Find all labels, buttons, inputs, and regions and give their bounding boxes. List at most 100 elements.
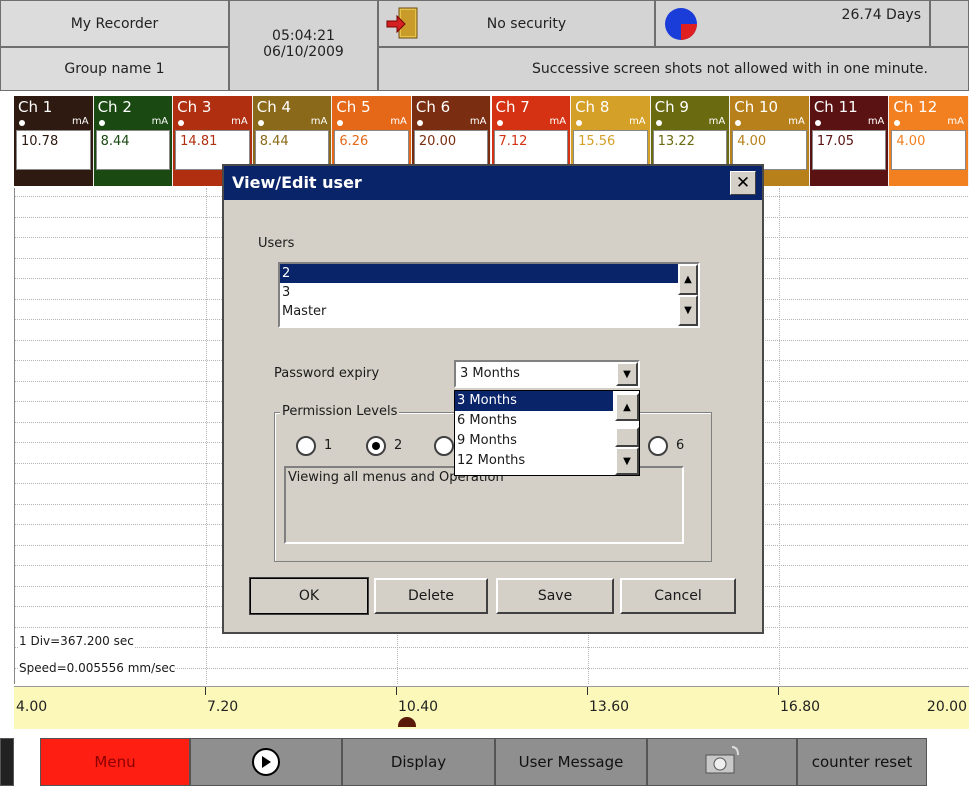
- save-button[interactable]: Save: [496, 578, 614, 614]
- status-message-text: Successive screen shots not allowed with…: [532, 61, 928, 77]
- users-scroll-down[interactable]: ▼: [678, 295, 698, 326]
- expiry-option[interactable]: 12 Months: [455, 451, 613, 471]
- radio-level-6[interactable]: [648, 436, 668, 456]
- channel-value: 8.44: [95, 130, 171, 170]
- delete-button[interactable]: Delete: [374, 578, 488, 614]
- close-icon[interactable]: ✕: [730, 171, 756, 195]
- channel-unit: mA: [867, 116, 885, 127]
- channel-unit: mA: [390, 116, 407, 127]
- expiry-scroll-down[interactable]: ▼: [615, 447, 639, 475]
- toolbar-edge: [0, 738, 14, 786]
- header-spacer: [930, 0, 969, 47]
- ok-button[interactable]: OK: [249, 577, 369, 615]
- expiry-options: 3 Months 6 Months 9 Months 12 Months: [455, 391, 613, 471]
- chevron-down-icon[interactable]: ▼: [616, 362, 638, 386]
- channel-11[interactable]: Ch 11 mA 17.05: [809, 96, 890, 186]
- user-list-item[interactable]: 2: [280, 264, 678, 283]
- radio-selected-dot: [372, 442, 380, 450]
- user-list-item[interactable]: 3: [280, 283, 678, 302]
- channel-unit: mA: [708, 116, 726, 127]
- password-expiry-select[interactable]: 3 Months ▼: [454, 360, 640, 388]
- channel-value: 10.78: [16, 130, 91, 170]
- delete-button-label: Delete: [408, 588, 454, 604]
- date-text: 06/10/2009: [263, 43, 344, 60]
- channel-name: Ch 9: [654, 98, 689, 116]
- channel-value: 17.05: [811, 130, 887, 170]
- radio-level-2[interactable]: [366, 436, 386, 456]
- display-button[interactable]: Display: [342, 738, 495, 786]
- channel-bar: [14, 172, 93, 186]
- users-label: Users: [258, 236, 295, 251]
- scale-tick: [587, 687, 588, 695]
- recorder-name: My Recorder: [0, 0, 229, 47]
- camera-icon: [702, 743, 742, 781]
- expiry-option[interactable]: 9 Months: [455, 431, 613, 451]
- division-text: 1 Div=367.200 sec: [19, 634, 134, 648]
- users-scroll-up[interactable]: ▲: [678, 264, 698, 295]
- channel-dot-icon: [19, 120, 25, 126]
- channel-name: Ch 10: [734, 98, 779, 116]
- password-expiry-value: 3 Months: [460, 366, 520, 381]
- channel-2[interactable]: Ch 2 mA 8.44: [93, 96, 174, 186]
- user-list-item[interactable]: Master: [280, 302, 678, 321]
- channel-dot-icon: [735, 120, 742, 126]
- channel-unit: mA: [629, 116, 646, 127]
- expiry-scroll-up[interactable]: ▲: [615, 393, 639, 421]
- radio-level-1-label: 1: [324, 438, 333, 453]
- cancel-button[interactable]: Cancel: [620, 578, 736, 614]
- counter-reset-button-label: counter reset: [811, 753, 913, 771]
- screenshot-camera-button[interactable]: [647, 738, 797, 786]
- channel-unit: mA: [151, 116, 169, 127]
- scale-label: 20.00: [926, 699, 967, 715]
- users-list: 2 3 Master: [280, 264, 678, 321]
- channel-dot-icon: [98, 120, 105, 126]
- expiry-dropdown-list[interactable]: 3 Months 6 Months 9 Months 12 Months ▲ ▼: [454, 390, 640, 476]
- channel-bar: [889, 172, 968, 186]
- status-message: Successive screen shots not allowed with…: [378, 47, 969, 91]
- radio-level-6-label: 6: [676, 438, 685, 453]
- channel-name: Ch 11: [813, 98, 858, 116]
- user-message-button[interactable]: User Message: [495, 738, 647, 786]
- dialog-title-bar[interactable]: View/Edit user ✕: [224, 166, 762, 200]
- security-panel[interactable]: No security: [378, 0, 655, 47]
- expiry-option[interactable]: 3 Months: [455, 391, 613, 411]
- grid-line: [206, 188, 207, 684]
- days-panel: 26.74 Days: [655, 0, 930, 47]
- channel-dot-icon: [655, 120, 662, 126]
- radio-level-1[interactable]: [296, 436, 316, 456]
- counter-reset-button[interactable]: counter reset: [797, 738, 927, 786]
- channel-name: Ch 12: [893, 98, 938, 116]
- display-button-label: Display: [390, 753, 447, 771]
- channel-12[interactable]: Ch 12 mA 4.00: [889, 96, 969, 186]
- cancel-button-label: Cancel: [654, 588, 702, 604]
- password-expiry-label: Password expiry: [274, 366, 380, 381]
- radio-level-3[interactable]: [434, 436, 454, 456]
- group-name[interactable]: Group name 1: [0, 47, 229, 91]
- view-edit-user-dialog: View/Edit user ✕ Users 2 3 Master ▲ ▼ Pass…: [222, 164, 764, 634]
- channel-bar: [809, 172, 889, 186]
- channel-unit: mA: [549, 116, 567, 127]
- radio-level-2-label: 2: [394, 438, 403, 453]
- expiry-option[interactable]: 6 Months: [455, 411, 613, 431]
- scale-band: 4.00 7.20 10.40 13.60 16.80 20.00: [14, 686, 969, 729]
- save-button-label: Save: [537, 588, 573, 604]
- scale-tick: [778, 687, 779, 695]
- scale-tick: [396, 687, 397, 695]
- channel-dot-icon: [814, 120, 821, 126]
- channel-name: Ch 8: [575, 98, 610, 116]
- menu-button[interactable]: Menu: [40, 738, 190, 786]
- channel-1[interactable]: Ch 1 mA 10.78: [14, 96, 94, 186]
- channel-bar: [93, 172, 173, 186]
- users-listbox[interactable]: 2 3 Master ▲ ▼: [278, 262, 700, 328]
- scale-label: 4.00: [16, 699, 48, 715]
- speed-text: Speed=0.005556 mm/sec: [19, 661, 176, 675]
- expiry-scroll-thumb[interactable]: [615, 427, 639, 447]
- channel-value: 4.00: [891, 130, 966, 170]
- channel-dot-icon: [894, 120, 901, 126]
- play-button[interactable]: [190, 738, 342, 786]
- door-exit-icon[interactable]: [385, 5, 421, 41]
- user-message-button-label: User Message: [518, 753, 624, 771]
- menu-button-label: Menu: [94, 753, 136, 771]
- channel-name: Ch 6: [415, 98, 451, 116]
- channel-name: Ch 3: [177, 98, 212, 116]
